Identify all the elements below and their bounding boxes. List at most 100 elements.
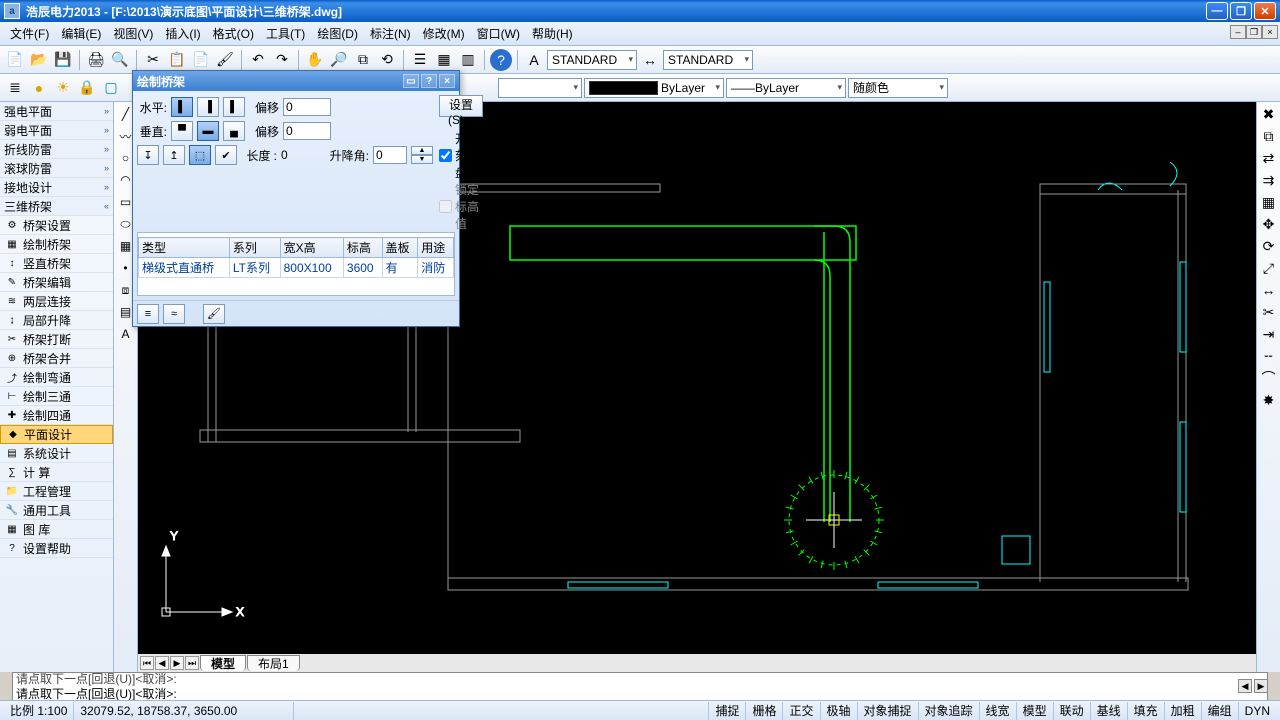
toolpal-icon[interactable]: ▥ (457, 49, 479, 71)
mode2-icon[interactable]: ↥ (163, 145, 185, 165)
menu-draw[interactable]: 绘图(D) (311, 25, 364, 42)
status-scale[interactable]: 比例 1:100 (4, 702, 74, 720)
print-icon[interactable]: 🖨 (85, 49, 107, 71)
sidebar-section[interactable]: ▤系统设计 (0, 444, 113, 463)
menu-help[interactable]: 帮助(H) (526, 25, 579, 42)
dialog-help-icon[interactable]: ? (421, 74, 437, 88)
command-input[interactable] (13, 686, 1267, 700)
status-toggle[interactable]: DYN (1238, 702, 1276, 720)
copy-icon[interactable]: 📋 (166, 49, 188, 71)
zoom-win-icon[interactable]: ⧉ (352, 49, 374, 71)
dialog-titlebar[interactable]: 绘制桥架 ▭ ? × (133, 71, 459, 91)
sidebar-item[interactable]: ⊢绘制三通 (0, 387, 113, 406)
layer-combo[interactable] (498, 78, 582, 98)
sidebar-section[interactable]: ▦图 库 (0, 520, 113, 539)
extend-icon[interactable]: ⇥ (1259, 324, 1279, 344)
settings-button[interactable]: 设置(S)... (439, 95, 483, 117)
layer-color-icon[interactable]: ▢ (100, 77, 122, 99)
stretch-icon[interactable]: ↔ (1259, 280, 1279, 300)
status-toggle[interactable]: 捕捉 (708, 702, 745, 720)
menu-view[interactable]: 视图(V) (107, 25, 159, 42)
angle-down[interactable]: ▼ (411, 155, 433, 164)
sidebar-item[interactable]: ⚙桥架设置 (0, 216, 113, 235)
sidebar-item[interactable]: ⊕桥架合并 (0, 349, 113, 368)
text-style-combo[interactable]: STANDARD (547, 50, 637, 70)
undo-icon[interactable]: ↶ (247, 49, 269, 71)
layer-lock-icon[interactable]: 🔒 (76, 77, 98, 99)
sidebar-item[interactable]: ⤴绘制弯通 (0, 368, 113, 387)
sidebar-item[interactable]: ↨局部升降 (0, 311, 113, 330)
sidebar-item[interactable]: ▦绘制桥架 (0, 235, 113, 254)
tab-nav-first[interactable]: ⏮ (140, 656, 154, 670)
draw-bridge-dialog[interactable]: 绘制桥架 ▭ ? × 水平: ▌ ▐ ▌ 偏移 垂直: ▀ ▬ ▄ (132, 70, 460, 327)
tab-nav-prev[interactable]: ◀ (155, 656, 169, 670)
sidebar-category[interactable]: 弱电平面» (0, 121, 113, 140)
dialog-pin-icon[interactable]: ▭ (403, 74, 419, 88)
menu-window[interactable]: 窗口(W) (471, 25, 526, 42)
table-row[interactable]: 梯级式直通桥LT系列 800X1003600 有消防 (139, 258, 454, 278)
new-icon[interactable]: 📄 (4, 49, 26, 71)
status-toggle[interactable]: 栅格 (745, 702, 782, 720)
sidebar-category[interactable]: 接地设计» (0, 178, 113, 197)
status-toggle[interactable]: 极轴 (820, 702, 857, 720)
layer-freeze-icon[interactable]: ☀ (52, 77, 74, 99)
erase-icon[interactable]: ✖ (1259, 104, 1279, 124)
pan-icon[interactable]: ✋ (304, 49, 326, 71)
linetype-combo[interactable]: ByLayer (584, 78, 724, 98)
close-button[interactable]: ✕ (1254, 2, 1276, 20)
tab-nav-next[interactable]: ▶ (170, 656, 184, 670)
status-toggle[interactable]: 基线 (1090, 702, 1127, 720)
preview-icon[interactable]: 🔍 (109, 49, 131, 71)
menu-modify[interactable]: 修改(M) (417, 25, 471, 42)
redo-icon[interactable]: ↷ (271, 49, 293, 71)
status-toggle[interactable]: 正交 (782, 702, 819, 720)
array-icon[interactable]: ▦ (1259, 192, 1279, 212)
scale-icon[interactable]: ⤢ (1259, 258, 1279, 278)
status-toggle[interactable]: 编组 (1201, 702, 1238, 720)
angle-input[interactable] (373, 146, 407, 164)
offset-h-input[interactable] (283, 98, 331, 116)
status-toggle[interactable]: 线宽 (979, 702, 1016, 720)
offset-icon[interactable]: ⇉ (1259, 170, 1279, 190)
status-toggle[interactable]: 联动 (1053, 702, 1090, 720)
sidebar-item[interactable]: ≋两层连接 (0, 292, 113, 311)
footer-mode1[interactable]: ≡ (137, 304, 159, 324)
copy2-icon[interactable]: ⧉ (1259, 126, 1279, 146)
status-toggle[interactable]: 模型 (1016, 702, 1053, 720)
maximize-button[interactable]: ❐ (1230, 2, 1252, 20)
tab-layout1[interactable]: 布局1 (247, 655, 300, 671)
dialog-close-icon[interactable]: × (439, 74, 455, 88)
explode-icon[interactable]: ✸ (1259, 390, 1279, 410)
h-align-right[interactable]: ▌ (223, 97, 245, 117)
cmd-scroll-left[interactable]: ◀ (1238, 679, 1252, 693)
dim-style-combo[interactable]: STANDARD (663, 50, 753, 70)
mdi-minimize[interactable]: – (1230, 25, 1246, 39)
textstyle-icon[interactable]: A (523, 49, 545, 71)
minimize-button[interactable]: — (1206, 2, 1228, 20)
v-align-top[interactable]: ▀ (171, 121, 193, 141)
sidebar-section[interactable]: 🔧通用工具 (0, 501, 113, 520)
sidebar-category[interactable]: 滚球防雷» (0, 159, 113, 178)
mdi-close[interactable]: × (1262, 25, 1278, 39)
match-icon[interactable]: 🖌 (214, 49, 236, 71)
footer-mode2[interactable]: ≈ (163, 304, 185, 324)
sidebar-section[interactable]: ?设置帮助 (0, 539, 113, 558)
v-align-mid[interactable]: ▬ (197, 121, 219, 141)
trim-icon[interactable]: ✂ (1259, 302, 1279, 322)
layer-on-icon[interactable]: ● (28, 77, 50, 99)
sidebar-item[interactable]: ✂桥架打断 (0, 330, 113, 349)
sidebar-item[interactable]: ↕竖直桥架 (0, 254, 113, 273)
angle-up[interactable]: ▲ (411, 146, 433, 155)
tab-nav-last[interactable]: ⏭ (185, 656, 199, 670)
menu-format[interactable]: 格式(O) (207, 25, 260, 42)
fillet-icon[interactable]: ⌒ (1259, 368, 1279, 388)
menu-edit[interactable]: 编辑(E) (55, 25, 107, 42)
break-icon[interactable]: ╌ (1259, 346, 1279, 366)
tab-model[interactable]: 模型 (200, 655, 246, 671)
lineweight-combo[interactable]: —— ByLayer (726, 78, 846, 98)
cmd-scroll-right[interactable]: ▶ (1254, 679, 1268, 693)
sidebar-category[interactable]: 折线防雷» (0, 140, 113, 159)
zoom-prev-icon[interactable]: ⟲ (376, 49, 398, 71)
v-align-bot[interactable]: ▄ (223, 121, 245, 141)
menu-file[interactable]: 文件(F) (4, 25, 55, 42)
